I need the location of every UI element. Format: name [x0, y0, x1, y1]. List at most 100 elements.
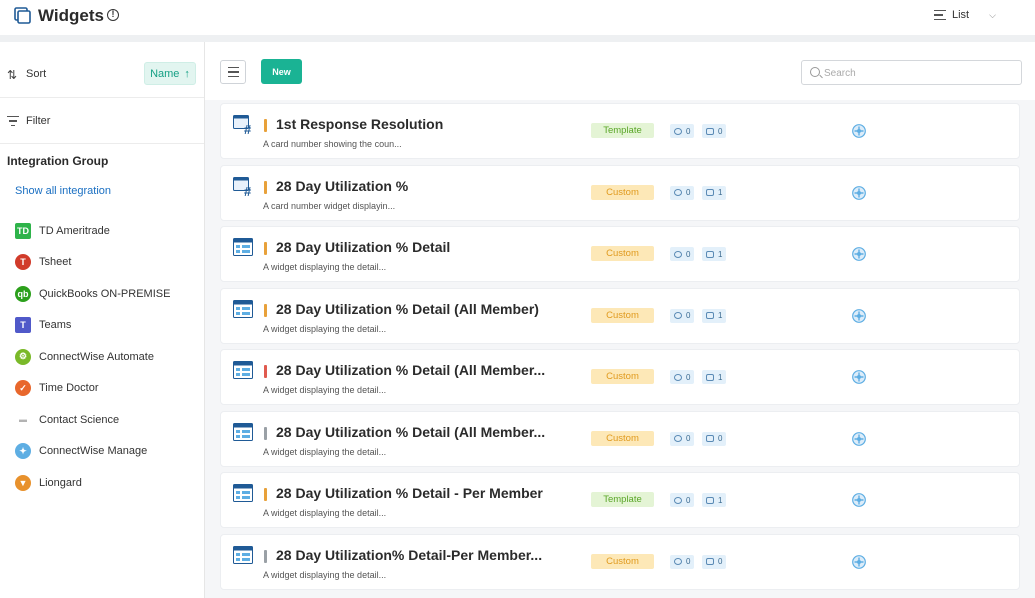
chevron-down-icon: ⌵ [989, 9, 996, 20]
integration-item[interactable]: ✓ Time Doctor [15, 373, 170, 405]
report-count-badge: 1 [702, 493, 727, 507]
status-bar [264, 426, 267, 440]
dashboard-icon [674, 558, 682, 565]
report-icon [706, 127, 714, 135]
report-icon [706, 558, 714, 565]
sort-field-label: Name [150, 67, 180, 80]
sidebar: ⇅ Sort Name ↑ Filter Integration Group S… [0, 42, 205, 598]
report-count: 0 [718, 557, 723, 566]
connectwise-manage-icon: ✦ [15, 443, 31, 460]
sort-icon: ⇅ [7, 68, 18, 82]
widget-row[interactable]: 28 Day Utilization % Detail (All Member.… [220, 410, 1020, 467]
integration-label: Teams [39, 319, 72, 332]
integration-item[interactable]: ✦ ConnectWise Manage [15, 436, 170, 468]
tsheet-icon: T [15, 254, 31, 271]
sort-by-name-button[interactable]: Name ↑ [144, 62, 196, 85]
time-doctor-icon: ✓ [15, 380, 31, 397]
connectwise-manage-icon [852, 431, 866, 446]
connectwise-manage-icon [852, 124, 866, 138]
status-bar [264, 549, 267, 563]
widget-row[interactable]: 28 Day Utilization % Detail - Per Member… [220, 472, 1020, 528]
filter-row[interactable]: Filter [0, 98, 204, 144]
widget-row[interactable]: #28 Day Utilization % A card number widge… [220, 164, 1020, 221]
sort-row: ⇅ Sort Name ↑ [0, 42, 204, 98]
integration-item[interactable]: T Tsheet [15, 247, 170, 279]
teams-icon: T [15, 317, 31, 334]
report-count-badge: 1 [702, 370, 727, 384]
app-header: Widgets ! List ⌵ [0, 0, 1035, 35]
usage-count-badge: 0 [670, 493, 695, 507]
info-icon[interactable]: ! [107, 9, 119, 21]
widget-row[interactable]: 28 Day Utilization% Detail-Per Member...… [220, 533, 1020, 590]
report-count: 0 [718, 434, 723, 443]
widget-description: A card number widget displayin... [263, 200, 396, 211]
report-count-badge: 1 [702, 308, 727, 323]
connectwise-manage-icon [852, 247, 866, 261]
report-count: 1 [718, 249, 723, 259]
status-bar [264, 365, 267, 378]
widget-type-badge: Template [591, 492, 654, 507]
widget-type-badge: Custom [591, 246, 654, 261]
widgets-app-icon [14, 7, 31, 24]
integration-label: TD Ameritrade [39, 224, 110, 237]
new-widget-button[interactable]: New [261, 59, 302, 84]
arrow-up-icon: ↑ [184, 67, 190, 80]
usage-count: 0 [686, 311, 691, 320]
widget-title[interactable]: 28 Day Utilization % Detail (All Member.… [276, 424, 545, 440]
integration-item[interactable]: T Teams [15, 310, 170, 342]
integration-item[interactable]: ⚙ ConnectWise Automate [15, 341, 170, 373]
integration-item[interactable]: ▼ Liongard [15, 467, 170, 499]
dashboard-icon [674, 435, 682, 442]
widget-title[interactable]: 28 Day Utilization% Detail-Per Member... [276, 547, 542, 563]
view-mode-dropdown[interactable]: List ⌵ [934, 9, 996, 21]
quickbooks-icon: qb [15, 285, 31, 302]
dashboard-icon [674, 496, 682, 504]
usage-count-badge: 0 [670, 431, 695, 446]
widget-row[interactable]: 28 Day Utilization % Detail (All Member.… [220, 349, 1020, 405]
usage-count-badge: 0 [670, 247, 695, 261]
report-count: 1 [718, 372, 723, 382]
integration-item[interactable]: TD TD Ameritrade [15, 215, 170, 247]
widget-row[interactable]: 28 Day Utilization % Detail (All Member)… [220, 287, 1020, 344]
widget-list: #1st Response Resolution A card number sh… [205, 100, 1035, 598]
widget-title[interactable]: 1st Response Resolution [276, 116, 443, 132]
widget-title[interactable]: 28 Day Utilization % Detail - Per Member [276, 485, 543, 501]
widget-title[interactable]: 28 Day Utilization % Detail (All Member.… [276, 362, 545, 378]
usage-count-badge: 0 [670, 185, 695, 200]
usage-count: 0 [686, 188, 691, 197]
card-number-icon: # [233, 115, 252, 135]
widget-row[interactable]: 28 Day Utilization % Detail A widget disp… [220, 226, 1020, 282]
widget-row[interactable]: #1st Response Resolution A card number sh… [220, 103, 1020, 159]
report-icon [706, 435, 714, 442]
usage-count: 0 [686, 495, 691, 505]
widget-description: A widget displaying the detail... [263, 262, 387, 272]
liongard-icon: ▼ [15, 474, 31, 491]
connectwise-automate-icon: ⚙ [15, 348, 31, 365]
report-count: 0 [718, 126, 723, 136]
toolbar: New [205, 42, 1035, 100]
widget-type-badge: Custom [591, 553, 654, 569]
integration-item[interactable]: qb QuickBooks ON-PREMISE [15, 278, 170, 310]
table-icon [233, 361, 253, 379]
show-all-integration-link[interactable]: Show all integration [15, 185, 111, 197]
table-icon [233, 238, 253, 256]
usage-count: 0 [686, 557, 691, 566]
dashboard-icon [674, 127, 682, 135]
connectwise-manage-icon [852, 185, 866, 200]
usage-count-badge: 0 [670, 370, 695, 384]
dashboard-icon [674, 250, 682, 258]
report-icon [706, 312, 714, 319]
usage-count: 0 [686, 126, 691, 136]
search-input[interactable] [824, 64, 1014, 82]
widget-title[interactable]: 28 Day Utilization % Detail (All Member) [276, 301, 539, 317]
report-count: 1 [718, 311, 723, 320]
menu-toggle-button[interactable] [220, 60, 246, 84]
widget-description: A card number showing the coun... [263, 139, 402, 149]
connectwise-manage-icon [852, 493, 866, 507]
status-bar [264, 242, 267, 255]
widget-title[interactable]: 28 Day Utilization % [276, 178, 408, 194]
report-count-badge: 0 [702, 124, 727, 138]
integration-item[interactable]: ▬ Contact Science [15, 404, 170, 436]
widget-title[interactable]: 28 Day Utilization % Detail [276, 239, 450, 255]
search-box[interactable] [801, 60, 1022, 85]
